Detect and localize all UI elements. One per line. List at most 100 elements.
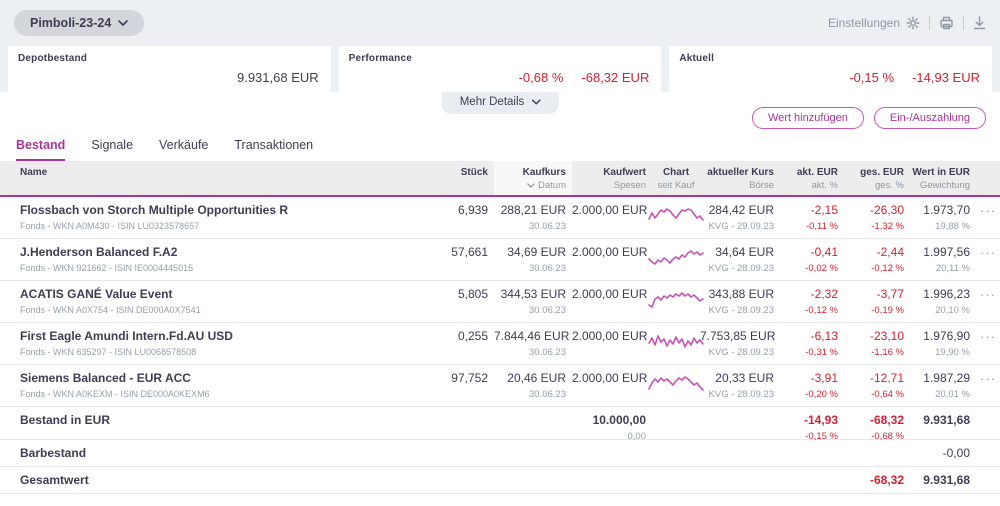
- aktueller-kurs-value: 34,64 EUR: [715, 245, 774, 259]
- kauf-datum: 30.06.23: [529, 389, 566, 400]
- aktueller-kurs-value: 7.753,85 EUR: [700, 329, 776, 343]
- column-stueck[interactable]: Stück: [387, 166, 494, 195]
- column-ges-eur[interactable]: ges. EUR ges. %: [844, 166, 910, 195]
- gewichtung-value: 20,01 %: [935, 389, 970, 400]
- sparkline-chart[interactable]: [648, 245, 704, 280]
- row-menu-icon[interactable]: ···: [980, 203, 996, 218]
- tab-bar: Bestand Signale Verkäufe Transaktionen: [0, 132, 1000, 161]
- kurs-quelle: KVG - 28.09.23: [708, 347, 774, 358]
- portfolio-selector[interactable]: Pimboli-23-24: [14, 10, 145, 36]
- position-details: Fonds - WKN A0M430 - ISIN LU0323578657: [20, 221, 200, 231]
- gewichtung-value: 20,11 %: [935, 263, 970, 274]
- sparkline-chart[interactable]: [648, 287, 704, 322]
- print-button[interactable]: [939, 16, 954, 30]
- action-buttons: Wert hinzufügen Ein-/Auszahlung: [751, 107, 986, 129]
- sparkline-chart[interactable]: [648, 203, 704, 238]
- ges-pct-value: -0,19 %: [871, 305, 904, 316]
- position-details: Fonds - WKN 921662 - ISIN IE0004445015: [20, 263, 194, 273]
- total-spesen: 0,00: [627, 431, 647, 442]
- akt-eur-value: -2,15: [810, 203, 838, 217]
- kurs-quelle: KVG - 28.09.23: [708, 263, 774, 274]
- barbestand-label: Barbestand: [20, 446, 87, 460]
- wert-value: 1.997,56: [923, 245, 970, 259]
- ges-pct-value: -1,32 %: [871, 221, 904, 232]
- wert-value: 1.973,70: [923, 203, 970, 217]
- position-name-link[interactable]: Siemens Balanced - EUR ACC: [20, 371, 387, 386]
- row-menu-icon[interactable]: ···: [980, 287, 996, 302]
- aktuell-label: Aktuell: [679, 53, 715, 64]
- column-kaufwert[interactable]: Kaufwert Spesen: [572, 166, 652, 195]
- kaufkurs-value: 288,21 EUR: [500, 203, 566, 217]
- mehr-details-button[interactable]: Mehr Details: [441, 92, 559, 114]
- ges-pct-value: -0,64 %: [871, 389, 904, 400]
- gesamtwert-ges-eur: -68,32: [869, 473, 904, 487]
- tab-verkaeufe[interactable]: Verkäufe: [159, 138, 208, 161]
- performance-value: -68,32 EUR: [581, 70, 650, 85]
- deposit-withdrawal-button[interactable]: Ein-/Auszahlung: [873, 107, 986, 129]
- akt-pct-value: -0,20 %: [805, 389, 838, 400]
- akt-pct-value: -0,31 %: [805, 347, 838, 358]
- column-menu-spacer: [976, 166, 1000, 195]
- aktueller-kurs-value: 343,88 EUR: [708, 287, 774, 301]
- kaufwert-value: 2.000,00 EUR: [572, 371, 648, 385]
- settings-cluster: Einstellungen: [828, 16, 986, 30]
- position-name-link[interactable]: ACATIS GANÉ Value Event: [20, 287, 387, 302]
- sparkline: [648, 335, 704, 348]
- ges-eur-value: -26,30: [869, 203, 904, 217]
- position-name-link[interactable]: First Eagle Amundi Intern.Fd.AU USD: [20, 329, 387, 344]
- printer-icon: [940, 16, 953, 30]
- gewichtung-value: 19,88 %: [935, 221, 970, 232]
- performance-percent: -0,68 %: [518, 70, 564, 85]
- position-name-link[interactable]: J.Henderson Balanced F.A2: [20, 245, 387, 260]
- gear-icon: [906, 16, 920, 30]
- position-name-link[interactable]: Flossbach von Storch Multiple Opportunit…: [20, 203, 387, 218]
- tab-transaktionen[interactable]: Transaktionen: [234, 138, 313, 161]
- stueck-value: 5,805: [457, 287, 488, 301]
- column-chart[interactable]: Chart seit Kauf: [652, 166, 700, 195]
- ges-eur-value: -23,10: [869, 329, 904, 343]
- akt-pct-value: -0,02 %: [805, 263, 838, 274]
- sparkline-chart[interactable]: [648, 329, 704, 364]
- performance-card: Performance -0,68 % -68,32 EUR: [338, 46, 662, 92]
- depotbestand-label: Depotbestand: [18, 53, 88, 64]
- total-akt-eur: -14,93: [803, 413, 838, 427]
- sparkline: [648, 208, 704, 221]
- add-value-button[interactable]: Wert hinzufügen: [751, 107, 864, 129]
- summary-cards: Depotbestand 9.931,68 EUR Performance -0…: [8, 46, 992, 92]
- row-menu-icon[interactable]: ···: [980, 371, 996, 386]
- column-wert-in-eur[interactable]: Wert in EUR Gewichtung: [910, 166, 976, 195]
- akt-eur-value: -0,41: [810, 245, 838, 259]
- kaufwert-value: 2.000,00 EUR: [572, 203, 648, 217]
- total-wert: 9.931,68: [923, 413, 970, 427]
- performance-label: Performance: [348, 53, 412, 64]
- chevron-down-icon: [118, 20, 129, 26]
- ges-eur-value: -3,77: [876, 287, 904, 301]
- sparkline: [648, 376, 704, 391]
- gewichtung-value: 19,90 %: [935, 347, 970, 358]
- tab-bestand[interactable]: Bestand: [16, 138, 66, 161]
- position-row: Siemens Balanced - EUR ACC Fonds - WKN A…: [0, 365, 1000, 407]
- position-details: Fonds - WKN 635297 - ISIN LU0068578508: [20, 347, 197, 357]
- position-row: Flossbach von Storch Multiple Opportunit…: [0, 197, 1000, 239]
- position-row: First Eagle Amundi Intern.Fd.AU USD Fond…: [0, 323, 1000, 365]
- settings-button[interactable]: Einstellungen: [828, 16, 920, 30]
- ges-pct-value: -1,16 %: [871, 347, 904, 358]
- stueck-value: 97,752: [451, 371, 488, 385]
- tab-signale[interactable]: Signale: [91, 138, 133, 161]
- column-akt-eur[interactable]: akt. EUR akt. %: [780, 166, 844, 195]
- download-icon: [973, 16, 986, 30]
- aktuell-percent: -0,15 %: [849, 70, 895, 85]
- kauf-datum: 30.06.23: [529, 221, 566, 232]
- kurs-quelle: KVG - 28.09.23: [708, 389, 774, 400]
- download-button[interactable]: [973, 16, 986, 30]
- column-name[interactable]: Name: [10, 166, 387, 195]
- row-menu-icon[interactable]: ···: [980, 329, 996, 344]
- kaufkurs-value: 344,53 EUR: [500, 287, 566, 301]
- kauf-datum: 30.06.23: [529, 263, 566, 274]
- kaufkurs-value: 34,69 EUR: [507, 245, 566, 259]
- row-menu-icon[interactable]: ···: [980, 245, 996, 260]
- sparkline-chart[interactable]: [648, 371, 704, 406]
- column-aktueller-kurs[interactable]: aktueller Kurs Börse: [700, 166, 780, 195]
- bestand-total-row: Bestand in EUR 10.000,00 0,00 -14,93 -0,…: [0, 407, 1000, 442]
- column-kaufkurs[interactable]: Kaufkurs Datum: [494, 161, 572, 195]
